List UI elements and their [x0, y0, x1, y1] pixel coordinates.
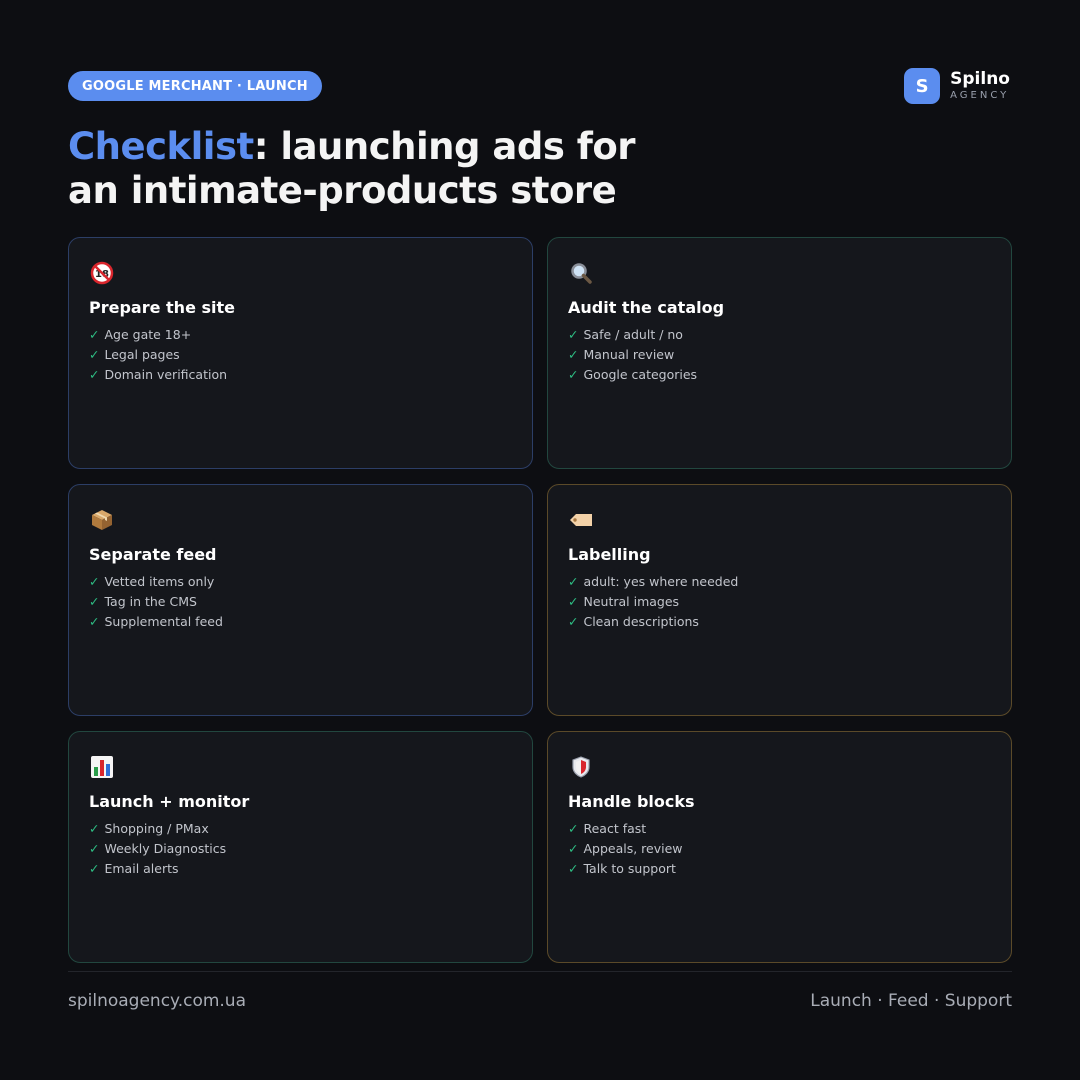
check-icon: ✓ — [568, 574, 579, 589]
list-item: ✓ Tag in the CMS — [89, 592, 512, 612]
list-item: ✓ Age gate 18+ — [89, 325, 512, 345]
page-title: Checklist: launching ads for an intimate… — [68, 125, 788, 213]
list-item: ✓ Domain verification — [89, 365, 512, 385]
title-line-2: an intimate-products store — [68, 169, 617, 212]
list-item: ✓ Shopping / PMax — [89, 819, 512, 839]
card-checklist: ✓ adult: yes where needed ✓ Neutral images… — [568, 572, 991, 632]
brand-logo-icon: S — [904, 68, 941, 104]
card-handle-blocks: Handle blocks ✓ React fast ✓ Appeals, revi… — [547, 731, 1012, 963]
list-item: ✓ Google categories — [568, 365, 991, 385]
check-icon: ✓ — [568, 614, 579, 629]
check-icon: ✓ — [89, 614, 100, 629]
card-checklist: ✓ Age gate 18+ ✓ Legal pages ✓ Domain verif… — [89, 325, 512, 385]
check-icon: ✓ — [568, 367, 579, 382]
card-checklist: ✓ React fast ✓ Appeals, review ✓ Talk to su… — [568, 819, 991, 879]
card-separate-feed: Separate feed ✓ Vetted items only ✓ Tag in… — [68, 484, 533, 716]
footer-divider — [68, 971, 1012, 972]
card-title: Labelling — [568, 545, 651, 564]
check-icon: ✓ — [568, 841, 579, 856]
title-rest: : launching ads for — [253, 125, 636, 168]
card-title: Launch + monitor — [89, 792, 250, 811]
list-item: ✓ React fast — [568, 819, 991, 839]
brand-logo-block: S Spilno AGENCY — [904, 68, 1010, 104]
check-icon: ✓ — [89, 574, 100, 589]
card-checklist: ✓ Safe / adult / no ✓ Manual review ✓ Googl… — [568, 325, 991, 385]
check-icon: ✓ — [89, 594, 100, 609]
card-title: Audit the catalog — [568, 298, 725, 317]
check-icon: ✓ — [89, 367, 100, 382]
check-icon: ✓ — [89, 821, 100, 836]
check-icon: ✓ — [568, 347, 579, 362]
card-checklist: ✓ Vetted items only ✓ Tag in the CMS ✓ Supp… — [89, 572, 512, 632]
brand-subtitle: AGENCY — [950, 90, 1010, 101]
check-icon: ✓ — [568, 821, 579, 836]
list-item: ✓ Supplemental feed — [89, 612, 512, 632]
card-title: Handle blocks — [568, 792, 695, 811]
list-item: ✓ Legal pages — [89, 345, 512, 365]
check-icon: ✓ — [89, 347, 100, 362]
check-icon: ✓ — [89, 327, 100, 342]
list-item: ✓ Appeals, review — [568, 839, 991, 859]
card-audit-catalog: Audit the catalog ✓ Safe / adult / no ✓ Ma… — [547, 237, 1012, 469]
bar-chart-icon — [89, 754, 115, 780]
magnifier-icon — [568, 260, 594, 286]
list-item: ✓ Safe / adult / no — [568, 325, 991, 345]
footer-website: spilnoagency.com.ua — [68, 991, 247, 1011]
list-item: ✓ Email alerts — [89, 859, 512, 879]
check-icon: ✓ — [89, 841, 100, 856]
list-item: ✓ Clean descriptions — [568, 612, 991, 632]
category-pill: GOOGLE MERCHANT · LAUNCH — [68, 71, 322, 101]
package-icon — [89, 507, 115, 533]
card-labelling: Labelling ✓ adult: yes where needed ✓ Neut… — [547, 484, 1012, 716]
no-under-18-icon: 18 — [89, 260, 115, 286]
card-title: Prepare the site — [89, 298, 235, 317]
list-item: ✓ Talk to support — [568, 859, 991, 879]
brand-name: Spilno — [950, 69, 1010, 89]
check-icon: ✓ — [89, 861, 100, 876]
label-tag-icon — [568, 507, 594, 533]
card-prepare-site: 18 Prepare the site ✓Age gate 18+ ✓Legal… — [68, 237, 533, 469]
card-title: Separate feed — [89, 545, 217, 564]
list-item: ✓ Vetted items only — [89, 572, 512, 592]
list-item: ✓ adult: yes where needed — [568, 572, 991, 592]
list-item: ✓ Weekly Diagnostics — [89, 839, 512, 859]
check-icon: ✓ — [568, 861, 579, 876]
list-item: ✓ Manual review — [568, 345, 991, 365]
checklist-grid: 18 Prepare the site ✓Age gate 18+ ✓Legal… — [68, 237, 1012, 963]
check-icon: ✓ — [568, 327, 579, 342]
shield-icon — [568, 754, 594, 780]
check-icon: ✓ — [568, 594, 579, 609]
list-item: ✓ Neutral images — [568, 592, 991, 612]
footer-tagline: Launch · Feed · Support — [810, 991, 1012, 1011]
card-checklist: ✓ Shopping / PMax ✓ Weekly Diagnostics ✓ Em… — [89, 819, 512, 879]
title-accent: Checklist — [68, 125, 254, 168]
card-launch-monitor: Launch + monitor ✓ Shopping / PMax ✓ Weekl… — [68, 731, 533, 963]
